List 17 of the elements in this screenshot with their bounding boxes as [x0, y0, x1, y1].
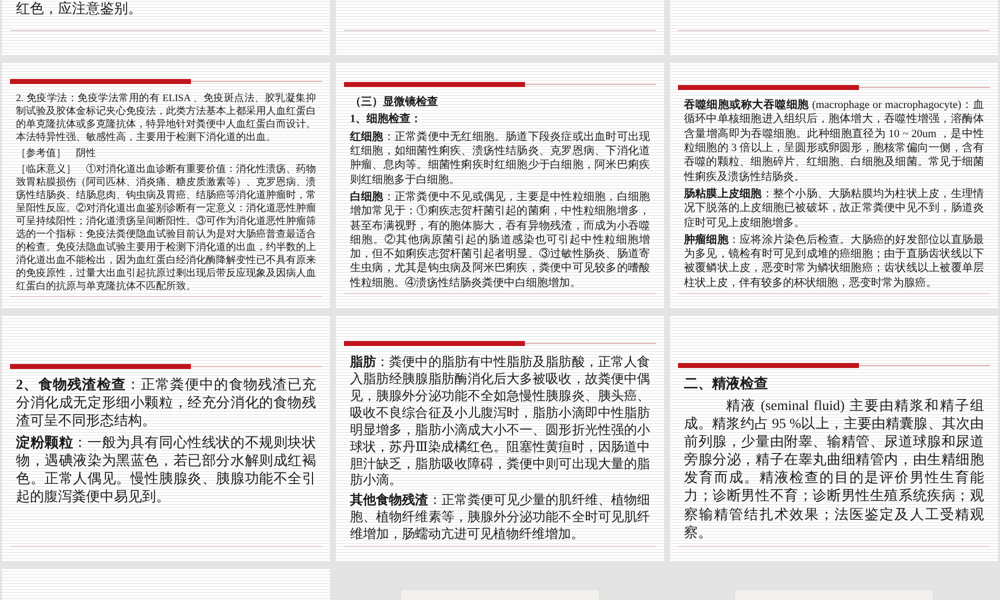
slide-paragraph: 肿瘤细胞：应将涂片染色后检查。大肠癌的好发部位以直肠最为多见，镜检有时可见到成堆的癌细胞；由于直肠齿状线以下被覆鳞状上皮，恶变时常为鳞状细胞癌；齿状线以上被覆单层柱状上皮，伴有较多的杯状细胞，恶变时常为腺癌。: [684, 232, 984, 290]
slide-paragraph: 其他食物残渣：正常粪便可见少量的肌纤维、植物细胞、植物纤维素等，胰腺外分泌功能不全时可见肌纤维增加，肠蠕动亢进可见植物纤维增加。: [350, 492, 650, 543]
slide-paragraph: 白细胞：正常粪便中不见或偶见，主要是中性粒细胞，白细胞增加常见于：①痢疾志贺杆菌引起的菌痢，中性粒细胞增多，甚至布满视野，有的胞体膨大，吞有异物残渣，而成为小吞噬细胞。②其他病原菌引起的肠道感染也可引起中性粒细胞增加，但不如痢疾志贺杆菌引起者明显。③过敏性肠炎、肠道寄生虫病，尤其是钩虫病及阿米巴痢疾，粪便中可见较多的嗜酸性粒细胞。④溃疡性结肠炎粪便中白细胞增加。: [350, 190, 650, 290]
slide-paragraph: 2. 免疫学法：免疫学法常用的有 ELISA 、免疫斑点法、胶乳凝集抑制试验及胶体金标记夹心免疫法，此类方法基本上都采用人血红蛋白的单克隆抗体或多克隆抗体，特异地针对粪便中人血红蛋白而设计。本法特异性强、敏感性高，主要用于检测下消化道的出血。: [16, 92, 316, 144]
slide-heading: 1、细胞检查：: [350, 112, 422, 127]
slide-heading: （三）显微镜检查: [350, 95, 439, 110]
slide-paragraph: 脂肪：粪便中的脂肪有中性脂肪及脂肪酸，正常人食入脂肪经胰腺脂肪酶消化后大多被吸收，故粪便中偶见，胰腺外分泌功能不全如急慢性胰腺炎、胰头癌、吸收不良综合征及小儿腹泻时，脂肪小滴即中性脂肪明显增多，脂肪小滴成大小不一、圆形折光性强的小球状，苏丹Ⅲ染成橘红色。阻塞性黄疸时，因肠道中胆汁缺乏，脂肪吸收障碍，粪便中则可出现大量的脂肪小滴。: [350, 354, 650, 490]
slide-paragraph: 红色，应注意鉴别。: [16, 0, 143, 19]
slide-paragraph: 2、食物残渣检查：正常粪便中的食物残渣已充分消化成无定形细小颗粒，经充分消化的食物残渣可呈不同形态结构。: [16, 377, 316, 432]
slide-paragraph: ［临床意义］ ①对消化道出血诊断有重要价值：消化性溃疡、药物致胃粘膜损伤（阿司匹林、消炎痛、糖皮质激素等）、克罗恩病、溃疡性结肠炎、结肠息肉、钩虫病及胃癌、结肠癌等消化道肿瘤时，常呈阳性反应。②对消化道出血鉴别诊断有一定意义：消化道恶性肿瘤可呈持续阳性；消化道溃疡呈间断阳性。③可作为消化道恶性肿瘤筛选的一个指标：免疫法粪便隐血试验目前认为是对大肠癌普查最适合的检查。免疫法隐血试验主要用于检测下消化道的出血，约半数的上消化道出血不能检出，因为血红蛋白经消化酶降解变性已不具有原来的免疫原性，过量大出血引起抗原过剩出现后带反应现象及因病人血红蛋白的抗原与单克隆抗体不匹配所致。: [16, 163, 316, 293]
slide-paragraph: 淀粉颗粒：一般为具有同心性线状的不规则块状物，遇碘液染为黑蓝色，若已部分水解则成红褐色。正常人偶见。慢性胰腺炎、胰腺功能不全引起的腹泻粪便中易见到。: [16, 434, 316, 508]
slide-heading: 二、精液检查: [684, 376, 769, 394]
slide-paragraph: 吞噬细胞或称大吞噬细胞 (macrophage or macrophagocyte)：血循环中单核细胞进入组织后，胞体增大，吞噬性增强，溶酶体含量增高即为吞噬细胞。此种细胞直径为 10 ~ 20um ，是中性粒细胞的 3 倍以上，呈圆形或卵圆形，胞核常偏向一侧，含有吞噬的颗粒、细胞碎片、红细胞、白细胞及细菌。常见于细菌性痢疾及溃疡性结肠炎。: [684, 98, 984, 184]
slide-paragraph: 肠粘膜上皮细胞：整个小肠、大肠粘膜均为柱状上皮，生理情况下脱落的上皮细胞已被破坏，故正常粪便中见不到，肠道炎症时可见上皮细胞增多。: [684, 186, 984, 230]
slide-paragraph: 红细胞：正常粪便中无红细胞。肠道下段炎症或出血时可出现红细胞，如细菌性痢疾、溃疡性结肠炎、克罗恩病、下消化道肿瘤、息肉等。细菌性痢疾时红细胞少于白细胞，阿米巴痢疾则红细胞多于白细胞。: [350, 130, 650, 187]
slide-paragraph: 精液 (seminal fluid) 主要由精浆和精子组成。精浆约占 95 %以上，主要由精囊腺、其次由前列腺，少量由附睾、输精管、尿道球腺和尿道旁腺分泌，精子在睾丸曲细精管内，由生精细胞发育而成。精液检查的目的是评价男性生育能力；诊断男性不育；诊断男性生殖系统疾病；观察输精管结扎术效果；法医鉴定及人工受精观察。: [684, 398, 984, 543]
slide-paragraph: ［参考值］ 阴性: [16, 147, 97, 160]
